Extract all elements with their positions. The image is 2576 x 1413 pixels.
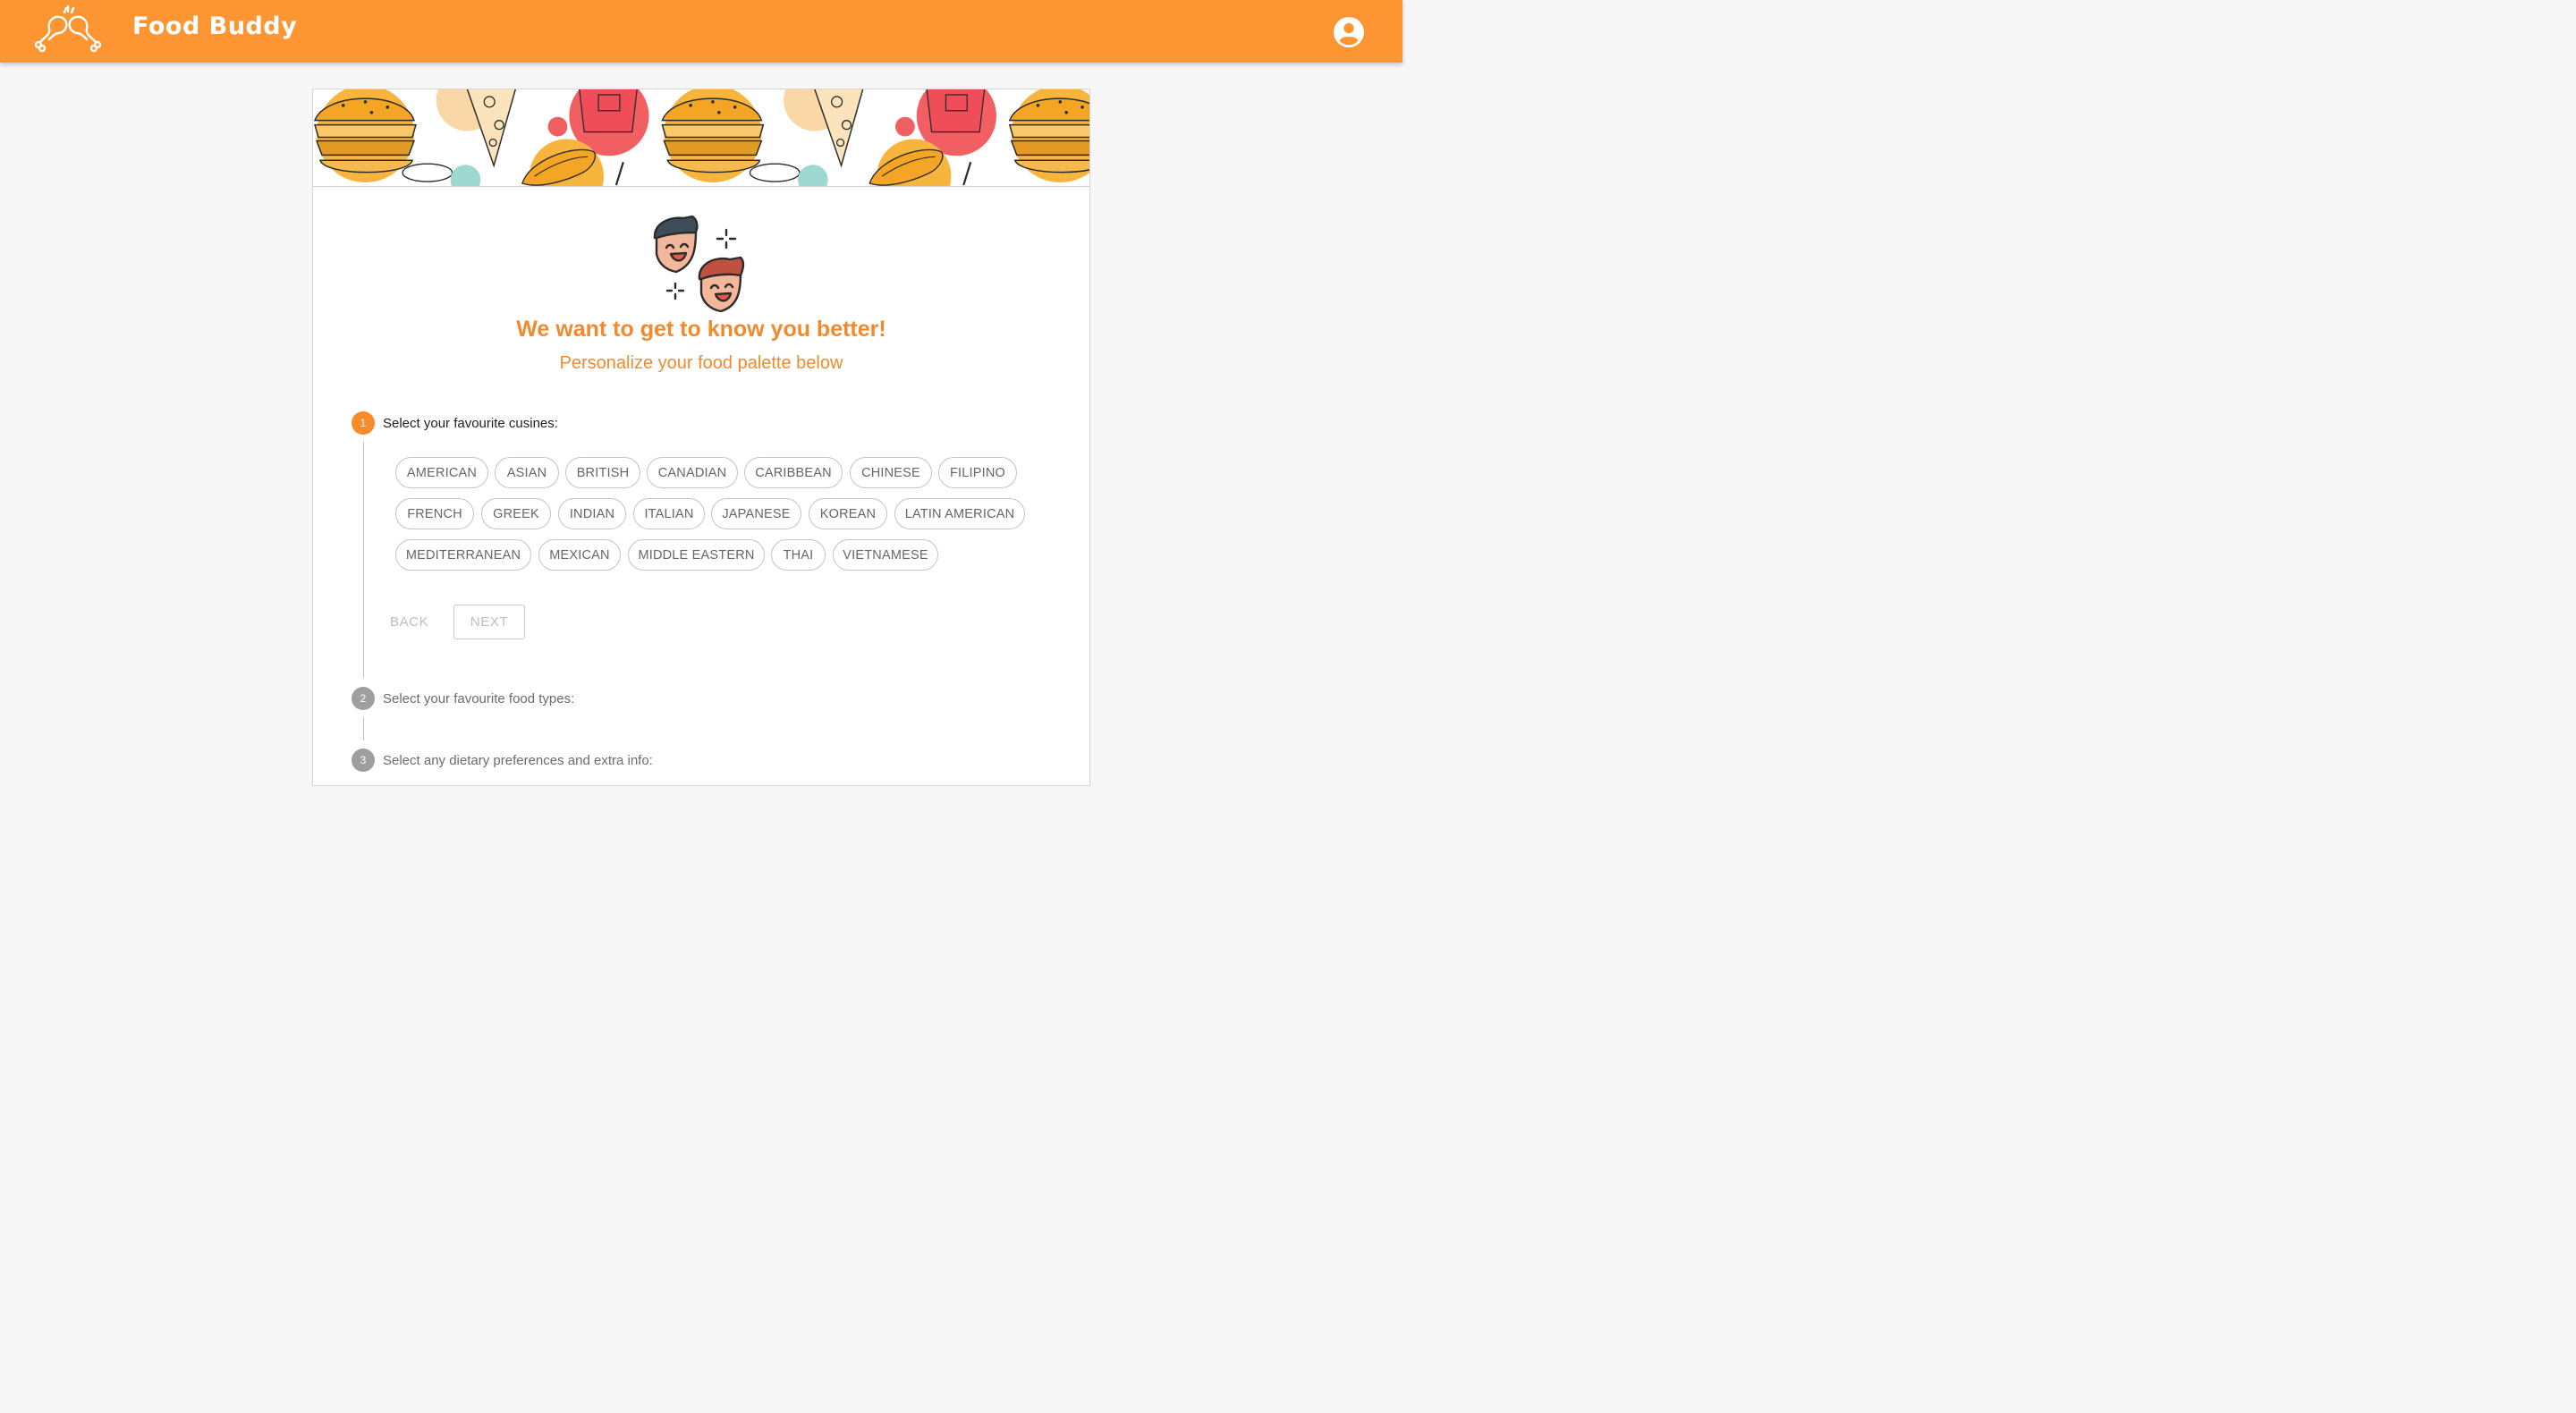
cuisine-chip-latin-american[interactable]: LATIN AMERICAN: [894, 498, 1025, 529]
cuisine-chip-mediterranean[interactable]: MEDITERRANEAN: [395, 539, 531, 571]
back-button[interactable]: BACK: [390, 605, 442, 639]
cuisine-chip-american[interactable]: AMERICAN: [395, 457, 488, 488]
cuisine-chip-thai[interactable]: THAI: [771, 539, 826, 571]
cuisine-chip-asian[interactable]: ASIAN: [495, 457, 559, 488]
app-title: Food Buddy: [132, 13, 298, 40]
account-circle-icon[interactable]: [1333, 16, 1365, 48]
cuisine-chip-british[interactable]: BRITISH: [565, 457, 640, 488]
app-bar: Food Buddy: [0, 0, 1402, 63]
food-pattern-tile: [313, 89, 649, 186]
step-2-connector: [363, 717, 364, 740]
step-1-indicator: 1: [352, 411, 375, 435]
preferences-card: We want to get to know you better! Perso…: [312, 89, 1090, 786]
cuisine-chip-indian[interactable]: INDIAN: [558, 498, 626, 529]
cuisine-chip-middle-eastern[interactable]: MIDDLE EASTERN: [628, 539, 765, 571]
cuisine-chip-korean[interactable]: KOREAN: [809, 498, 887, 529]
cuisine-chip-caribbean[interactable]: CARIBBEAN: [744, 457, 843, 488]
two-happy-friends-icon: [653, 215, 745, 313]
step-2-label: Select your favourite food types:: [383, 691, 575, 706]
step-3-label: Select any dietary preferences and extra…: [383, 753, 653, 768]
step-1-label: Select your favourite cusines:: [383, 416, 558, 431]
step-2-indicator: 2: [352, 687, 375, 710]
next-button[interactable]: NEXT: [453, 605, 525, 639]
step-3-indicator: 3: [352, 749, 375, 772]
food-pattern-banner: [313, 89, 1089, 187]
cuisine-chip-canadian[interactable]: CANADIAN: [647, 457, 738, 488]
cuisine-chip-filipino[interactable]: FILIPINO: [938, 457, 1017, 488]
cuisine-chip-vietnamese[interactable]: VIETNAMESE: [833, 539, 938, 571]
cuisine-chip-italian[interactable]: ITALIAN: [633, 498, 705, 529]
cuisine-chip-japanese[interactable]: JAPANESE: [711, 498, 801, 529]
cuisine-chip-chinese[interactable]: CHINESE: [850, 457, 932, 488]
cuisine-chip-french[interactable]: FRENCH: [395, 498, 474, 529]
page-headline: We want to get to know you better!: [516, 317, 886, 342]
chicken-drumsticks-cheers-icon[interactable]: [32, 5, 104, 57]
step-1-connector: [363, 442, 364, 678]
page-subheadline: Personalize your food palette below: [559, 353, 843, 373]
cuisine-chip-mexican[interactable]: MEXICAN: [538, 539, 621, 571]
cuisine-chip-greek[interactable]: GREEK: [481, 498, 551, 529]
